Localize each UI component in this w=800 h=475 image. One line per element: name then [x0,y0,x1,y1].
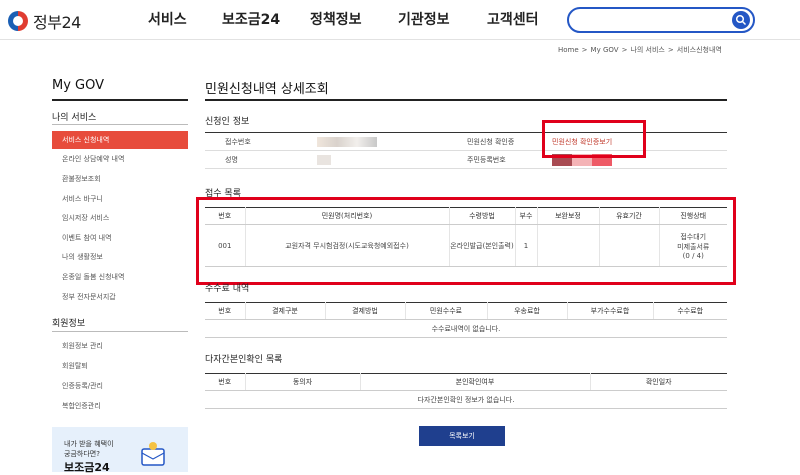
receipt-no-label: 접수번호 [205,132,297,151]
id-label: 주민등록번호 [447,150,532,169]
sidebar-item-service-applications[interactable]: 서비스 신청내역 [52,131,188,149]
search-input[interactable] [567,7,755,33]
col-header: 확인일자 [590,373,727,391]
col-header: 본인확인여부 [360,373,591,391]
nav-item-subsidy[interactable]: 보조금24 [222,0,280,40]
banner-line2: 궁금하다면? [64,450,100,458]
col-header: 결제방법 [325,302,406,320]
multi-empty-message: 다자간본인확인 정보가 없습니다. [205,390,727,409]
col-header: 결제구분 [245,302,326,320]
col-header: 부가수수료합 [567,302,654,320]
crumb-sep: > [581,46,588,54]
logo-text: 정부24 [33,13,81,32]
col-header: 우송료합 [487,302,568,320]
banner-line1: 내가 받을 혜택이 [64,440,114,448]
breadcrumb: Home > My GOV > 나의 서비스 > 서비스신청내역 [558,45,725,55]
col-header: 번호 [205,373,246,391]
name-label: 성명 [205,150,297,169]
subsidy-banner[interactable]: 내가 받을 혜택이 궁금하다면? 보조금24 [52,427,188,474]
sidebar-title: My GOV [52,78,105,93]
nav-item-services[interactable]: 서비스 [148,0,187,40]
confirm-label: 민원신청 확인증 [447,132,532,151]
list-button[interactable]: 목록보기 [419,426,505,446]
multi-heading: 다자간본인확인 목록 [205,355,283,365]
sidebar-section-member: 회원정보 [52,319,86,329]
divider [52,99,188,101]
crumb-home[interactable]: Home [558,46,579,54]
fee-empty-message: 수수료내역이 없습니다. [205,319,727,338]
top-header: 정부24 서비스 보조금24 정책정보 기관정보 고객센터 [0,0,800,40]
redacted-value [317,136,377,147]
col-header: 민원수수료 [405,302,488,320]
crumb-sep: > [667,46,674,54]
divider [52,124,188,125]
col-header: 수수료합 [653,302,727,320]
highlight-box [196,197,736,285]
divider [52,331,188,332]
sidebar-item-consult-reservations[interactable]: 온라인 상담예약 내역 [52,150,188,168]
applicant-heading: 신청인 정보 [205,117,250,127]
search-button[interactable] [732,11,750,29]
nav-item-support[interactable]: 고객센터 [487,0,539,40]
sidebar-item-events[interactable]: 이벤트 참여 내역 [52,229,188,247]
sidebar-section-my-service: 나의 서비스 [52,113,97,123]
search-icon [735,14,747,26]
nav-item-agency[interactable]: 기관정보 [398,0,450,40]
divider [205,99,727,101]
applicant-table: 접수번호 민원신청 확인증 민원신청 확인증보기 성명 주민등록번호 [205,132,727,169]
col-header: 동의자 [245,373,361,391]
sidebar-item-doc-wallet[interactable]: 정부 전자문서지갑 [52,288,188,306]
col-header: 번호 [205,302,246,320]
sidebar-item-service-basket[interactable]: 서비스 바구니 [52,190,188,208]
page-title: 민원신청내역 상세조회 [205,82,329,97]
banner-title: 보조금24 [64,461,110,474]
sidebar-item-refund-info[interactable]: 환불정보조회 [52,170,188,188]
sidebar-item-cert-manage[interactable]: 인증등록/관리 [52,377,188,395]
sidebar-item-temp-saved[interactable]: 임시저장 서비스 [52,209,188,227]
sidebar-item-care-applications[interactable]: 온종일 돌봄 신청내역 [52,268,188,286]
crumb-myservice[interactable]: 나의 서비스 [630,46,664,54]
multi-auth-table: 번호 동의자 본인확인여부 확인일자 다자간본인확인 정보가 없습니다. [205,373,727,409]
sidebar-item-life-info[interactable]: 나의 생활정보 [52,248,188,266]
nav-item-policy[interactable]: 정책정보 [310,0,362,40]
receipt-no-value [297,132,447,151]
sidebar-item-member-info[interactable]: 회원정보 관리 [52,337,188,355]
gov24-logo[interactable]: 정부24 [8,9,81,33]
sidebar-item-multi-auth[interactable]: 복합인증관리 [52,397,188,415]
fee-heading: 수수료 내역 [205,284,250,294]
crumb-mygov[interactable]: My GOV [591,46,619,54]
crumb-current: 서비스신청내역 [676,46,722,54]
highlight-box [542,120,646,158]
taegeuk-icon [8,11,28,31]
sidebar-item-withdraw[interactable]: 회원탈퇴 [52,357,188,375]
gift-icon [141,442,165,466]
crumb-sep: > [621,46,628,54]
name-value [297,150,447,169]
redacted-value [317,154,331,165]
fee-table: 번호 결제구분 결제방법 민원수수료 우송료합 부가수수료합 수수료합 수수료내… [205,302,727,338]
